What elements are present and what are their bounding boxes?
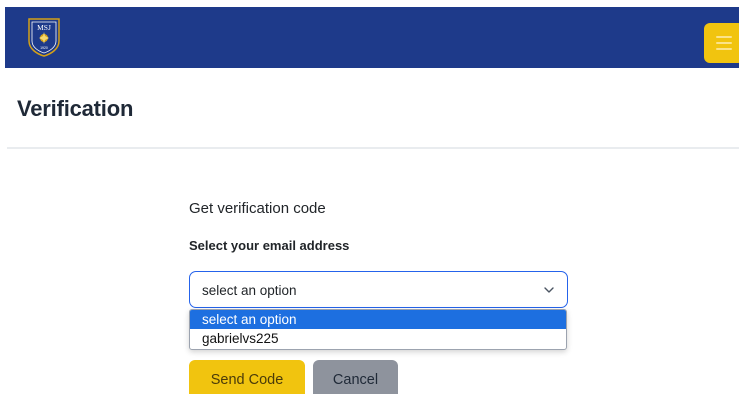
- dropdown-option-placeholder[interactable]: select an option: [190, 310, 566, 329]
- email-select-label: Select your email address: [189, 238, 350, 253]
- hamburger-menu-button[interactable]: [704, 23, 739, 63]
- title-divider: [7, 147, 739, 149]
- logo-text: MSJ: [37, 23, 51, 32]
- top-navbar: MSJ 1920: [5, 7, 739, 68]
- page-title: Verification: [17, 96, 134, 121]
- cancel-button[interactable]: Cancel: [313, 360, 398, 394]
- send-code-button[interactable]: Send Code: [189, 360, 305, 394]
- hamburger-menu-icon: [716, 36, 732, 50]
- email-select-value: select an option: [202, 283, 297, 298]
- school-crest-logo[interactable]: MSJ 1920: [27, 17, 61, 57]
- form-heading: Get verification code: [189, 200, 326, 217]
- email-dropdown-list: select an option gabrielvs225: [189, 309, 567, 350]
- email-select[interactable]: select an option: [189, 271, 568, 308]
- chevron-down-icon: [544, 287, 554, 293]
- logo-year: 1920: [40, 46, 48, 50]
- verification-page: MSJ 1920 Verification Get verification c…: [0, 0, 739, 394]
- dropdown-option-gabrielvs225[interactable]: gabrielvs225: [190, 329, 566, 348]
